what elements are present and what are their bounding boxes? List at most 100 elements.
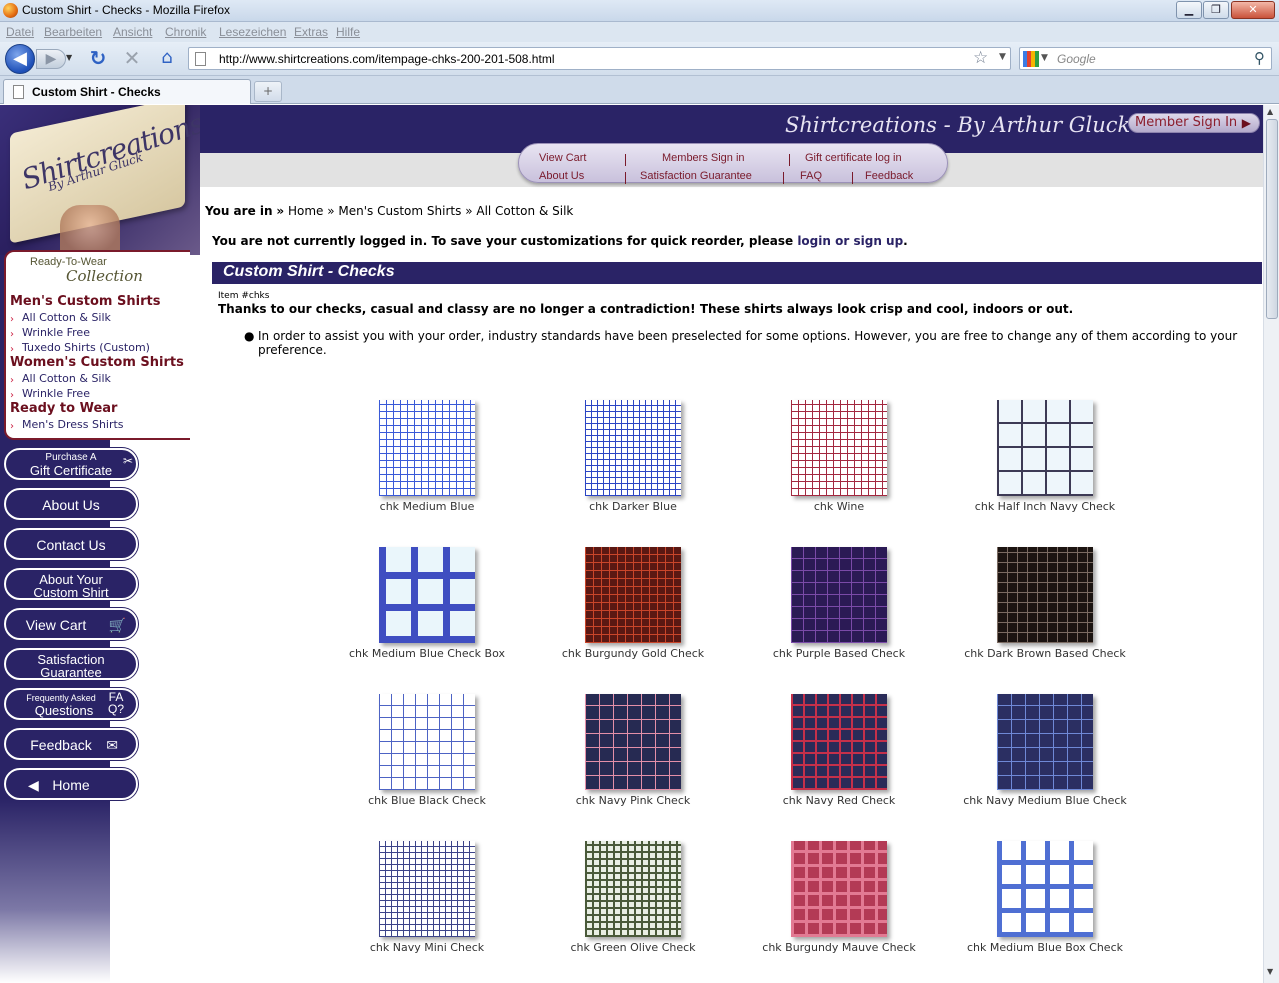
about-us-button[interactable]: About Us: [4, 488, 138, 520]
fabric-swatch[interactable]: [791, 841, 887, 937]
member-sign-in-button[interactable]: Member Sign In ▶: [1128, 113, 1260, 133]
arrow-icon: ›: [10, 329, 14, 340]
forward-arrow-icon[interactable]: ▶: [36, 49, 66, 69]
close-window-button[interactable]: ✕: [1231, 1, 1275, 19]
menu-chronik[interactable]: Chronik: [165, 25, 206, 39]
fabric-swatch[interactable]: [585, 547, 681, 643]
fabric-swatch[interactable]: [379, 841, 475, 937]
swatch-label[interactable]: chk Navy Red Check: [729, 794, 949, 807]
scroll-up-icon[interactable]: ▲: [1267, 107, 1273, 116]
fabric-swatch[interactable]: [379, 547, 475, 643]
swatch-label[interactable]: chk Navy Pink Check: [523, 794, 743, 807]
swatch-label[interactable]: chk Burgundy Mauve Check: [729, 941, 949, 954]
menu-lesezeichen[interactable]: Lesezeichen: [219, 25, 286, 39]
fabric-swatch[interactable]: [379, 400, 475, 496]
swatch-label[interactable]: chk Navy Medium Blue Check: [935, 794, 1155, 807]
stop-icon[interactable]: ✕: [122, 48, 142, 68]
fabric-swatch[interactable]: [791, 694, 887, 790]
scroll-down-icon[interactable]: ▼: [1267, 967, 1273, 976]
view-cart-button[interactable]: View Cart 🛒: [4, 608, 138, 640]
fabric-swatch[interactable]: [585, 841, 681, 937]
faq-button[interactable]: Frequently Asked Questions FA Q?: [4, 688, 138, 720]
search-engine-dropdown-icon[interactable]: ▼: [1041, 53, 1048, 63]
menu-extras[interactable]: Extras: [294, 25, 328, 39]
scrollbar-thumb[interactable]: [1266, 119, 1278, 319]
link-mens-all-cotton-silk[interactable]: All Cotton & Silk: [22, 311, 111, 324]
menu-bearbeiten[interactable]: Bearbeiten: [44, 25, 102, 39]
logo-area[interactable]: Shirtcreations By Arthur Gluck: [0, 105, 207, 255]
topnav-faq[interactable]: FAQ: [800, 170, 822, 182]
fabric-swatch[interactable]: [791, 547, 887, 643]
fabric-swatch[interactable]: [997, 841, 1093, 937]
tab-custom-shirt-checks[interactable]: Custom Shirt - Checks: [3, 79, 251, 104]
breadcrumb-home[interactable]: Home: [288, 204, 323, 218]
link-womens-wrinkle-free[interactable]: Wrinkle Free: [22, 387, 90, 400]
topnav-view-cart[interactable]: View Cart: [539, 152, 586, 164]
swatch-label[interactable]: chk Dark Brown Based Check: [935, 647, 1155, 660]
minimize-button[interactable]: ▁: [1176, 1, 1202, 19]
feedback-button[interactable]: Feedback ✉: [4, 728, 138, 760]
fabric-swatch[interactable]: [791, 400, 887, 496]
category-mens-custom-shirts[interactable]: Men's Custom Shirts: [10, 294, 160, 309]
menu-datei[interactable]: Datei: [6, 25, 34, 39]
signup-link[interactable]: sign up: [853, 234, 903, 248]
swatch-label[interactable]: chk Medium Blue: [317, 500, 537, 513]
envelope-icon: ✉: [106, 737, 118, 753]
url-dropdown-icon[interactable]: ▼: [999, 52, 1006, 62]
breadcrumb-separator: »: [465, 204, 473, 218]
new-tab-button[interactable]: +: [254, 81, 282, 102]
swatch-label[interactable]: chk Blue Black Check: [317, 794, 537, 807]
link-womens-all-cotton-silk[interactable]: All Cotton & Silk: [22, 372, 111, 385]
contact-us-button[interactable]: Contact Us: [4, 528, 138, 560]
fabric-swatch[interactable]: [585, 694, 681, 790]
topnav-satisfaction-guarantee[interactable]: Satisfaction Guarantee: [640, 170, 752, 182]
topnav-about-us[interactable]: About Us: [539, 170, 584, 182]
gift-certificate-button[interactable]: Purchase A Gift Certificate ✂: [4, 448, 138, 480]
vertical-scrollbar[interactable]: ▲ ▼: [1263, 105, 1279, 983]
reload-icon[interactable]: ↻: [88, 48, 108, 68]
swatch-label[interactable]: chk Navy Mini Check: [317, 941, 537, 954]
topnav-gift-certificate-log-in[interactable]: Gift certificate log in: [805, 152, 902, 164]
home-icon[interactable]: ⌂: [156, 48, 178, 68]
search-icon[interactable]: ⚲: [1254, 49, 1265, 67]
about-custom-shirt-button[interactable]: About Your Custom Shirt: [4, 568, 138, 600]
swatch-label[interactable]: chk Wine: [729, 500, 949, 513]
swatch-label[interactable]: chk Green Olive Check: [523, 941, 743, 954]
search-bar[interactable]: ▼ Google ⚲: [1019, 47, 1272, 70]
swatch-label[interactable]: chk Medium Blue Box Check: [935, 941, 1155, 954]
category-womens-custom-shirts[interactable]: Women's Custom Shirts: [10, 355, 184, 370]
home-button[interactable]: ◀ Home: [4, 768, 138, 800]
search-placeholder[interactable]: Google: [1057, 52, 1096, 66]
history-dropdown-icon[interactable]: ▼: [66, 51, 76, 65]
swatch-label[interactable]: chk Burgundy Gold Check: [523, 647, 743, 660]
swatch-label[interactable]: chk Half Inch Navy Check: [935, 500, 1155, 513]
menu-ansicht[interactable]: Ansicht: [113, 25, 152, 39]
topnav-members-sign-in[interactable]: Members Sign in: [662, 152, 745, 164]
fabric-swatch[interactable]: [997, 547, 1093, 643]
link-mens-dress-shirts[interactable]: Men's Dress Shirts: [22, 418, 124, 431]
maximize-button[interactable]: ❐: [1203, 1, 1229, 19]
swatch-label[interactable]: chk Medium Blue Check Box: [317, 647, 537, 660]
menu-hilfe[interactable]: Hilfe: [336, 25, 360, 39]
google-icon[interactable]: [1023, 51, 1039, 67]
satisfaction-guarantee-button[interactable]: Satisfaction Guarantee: [4, 648, 138, 680]
fabric-swatch[interactable]: [585, 400, 681, 496]
category-ready-to-wear[interactable]: Ready to Wear: [10, 401, 117, 416]
link-mens-wrinkle-free[interactable]: Wrinkle Free: [22, 326, 90, 339]
topnav-feedback[interactable]: Feedback: [865, 170, 913, 182]
breadcrumb-all-cotton-silk[interactable]: All Cotton & Silk: [476, 204, 573, 218]
breadcrumb-mens-custom-shirts[interactable]: Men's Custom Shirts: [338, 204, 461, 218]
url-bar[interactable]: http://www.shirtcreations.com/itempage-c…: [188, 47, 1011, 70]
bookmark-star-icon[interactable]: ☆: [973, 48, 988, 68]
swatch-label[interactable]: chk Darker Blue: [523, 500, 743, 513]
link-tuxedo-shirts[interactable]: Tuxedo Shirts (Custom): [22, 341, 150, 354]
top-navigation: View Cart Members Sign in Gift certifica…: [518, 143, 948, 184]
fabric-swatch[interactable]: [379, 694, 475, 790]
url-text[interactable]: http://www.shirtcreations.com/itempage-c…: [219, 52, 554, 66]
arrow-icon: ›: [10, 344, 14, 355]
login-link[interactable]: login: [797, 234, 831, 248]
back-arrow-icon[interactable]: ◀: [5, 44, 35, 74]
fabric-swatch[interactable]: [997, 694, 1093, 790]
swatch-label[interactable]: chk Purple Based Check: [729, 647, 949, 660]
fabric-swatch[interactable]: [997, 400, 1093, 496]
